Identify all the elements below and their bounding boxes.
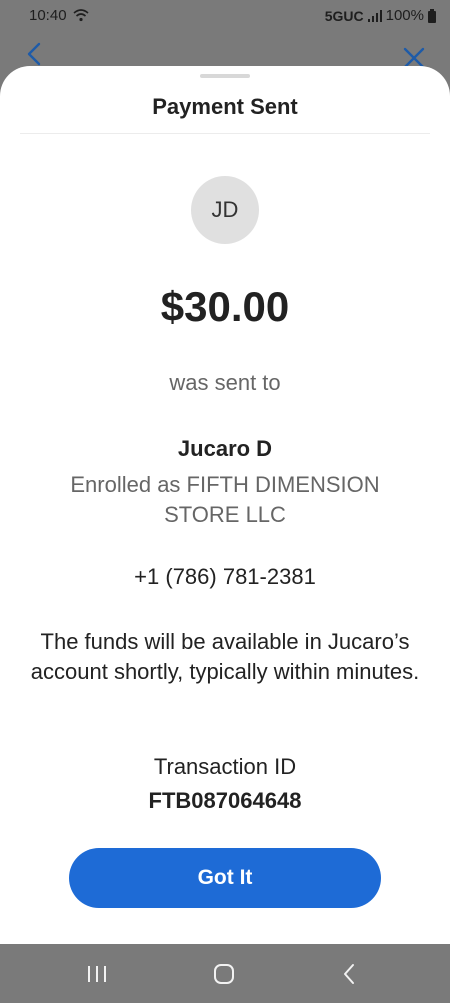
status-time: 10:40 [29, 7, 67, 24]
got-it-button[interactable]: Got It [69, 848, 381, 908]
divider [20, 133, 430, 134]
network-label: 5GUC [324, 7, 364, 24]
funds-availability-note: The funds will be available in Jucaro’s … [30, 629, 420, 684]
home-icon[interactable] [213, 963, 235, 985]
recipient-phone: +1 (786) 781-2381 [134, 564, 316, 589]
navigation-bar [0, 944, 450, 1003]
recipient-name: Jucaro D [177, 436, 273, 461]
recent-apps-icon[interactable] [86, 964, 108, 984]
sent-to-label: was sent to [169, 370, 281, 395]
status-right: 5GUC 100% [325, 7, 436, 24]
battery-icon [428, 8, 436, 23]
payment-sheet: Payment Sent JD $30.00 was sent to Jucar… [0, 66, 450, 944]
wifi-icon [73, 9, 89, 22]
transaction-id-value: FTB087064648 [148, 788, 302, 813]
chevron-left-icon[interactable] [24, 42, 44, 66]
payment-amount: $30.00 [160, 283, 290, 330]
back-icon[interactable] [342, 963, 356, 985]
avatar: JD [191, 176, 259, 244]
status-bar: 10:40 5GUC 100% [0, 0, 450, 34]
signal-icon [367, 9, 382, 22]
sheet-title: Payment Sent [152, 94, 298, 119]
enrolled-as-text: Enrolled as FIFTH DIMENSION STORE LLC [70, 472, 380, 527]
grab-handle[interactable] [200, 74, 250, 78]
battery-label: 100% [385, 7, 424, 24]
transaction-id-label: Transaction ID [153, 754, 297, 779]
